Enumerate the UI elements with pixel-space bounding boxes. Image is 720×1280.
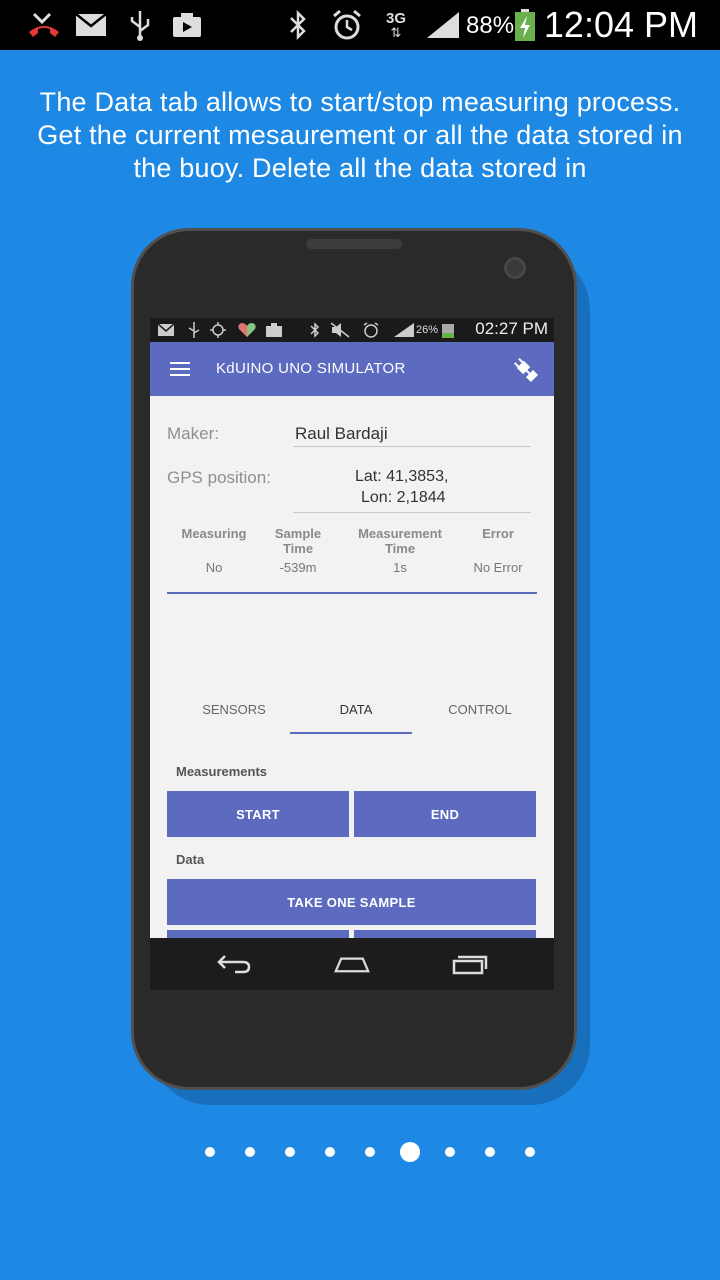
camera-icon <box>504 257 526 279</box>
status-bar: 3G ⇅ 88% 12:04 PM <box>0 0 720 50</box>
gps-icon <box>210 322 226 338</box>
page-dot-2[interactable] <box>245 1147 255 1157</box>
gps-label: GPS position: <box>167 468 271 487</box>
start-button[interactable]: START <box>167 791 349 837</box>
android-nav-bar <box>150 938 554 990</box>
signal-icon <box>394 322 414 338</box>
tab-indicator <box>290 732 412 734</box>
take-one-sample-button[interactable]: TAKE ONE SAMPLE <box>167 879 536 925</box>
media-icon <box>170 8 204 42</box>
phone-screen: 26% 02:27 PM KdUINO UNO SIMULATOR Maker:… <box>150 318 554 990</box>
inner-battery-percent: 26% <box>416 324 439 336</box>
bluetooth-icon <box>310 322 320 338</box>
page-dot-9[interactable] <box>525 1147 535 1157</box>
missed-call-icon <box>24 8 64 42</box>
clock: 12:04 PM <box>543 4 698 45</box>
inner-clock: 02:27 PM <box>475 319 548 338</box>
measurements-section-label: Measurements <box>176 764 268 779</box>
page-dot-3[interactable] <box>285 1147 295 1157</box>
stat-measuring-value: No <box>205 560 223 575</box>
hamburger-menu-icon[interactable] <box>170 361 190 377</box>
maker-label: Maker: <box>167 424 219 443</box>
tab-data[interactable]: DATA <box>296 702 416 717</box>
stat-measuring-header: Measuring <box>181 526 247 541</box>
inner-status-bar: 26% 02:27 PM <box>150 318 554 342</box>
mute-icon <box>330 322 350 338</box>
usb-icon <box>188 322 200 338</box>
gps-underline <box>293 512 531 513</box>
page-dot-8[interactable] <box>485 1147 495 1157</box>
stat-error-header: Error <box>482 526 514 541</box>
alarm-icon <box>330 8 364 42</box>
email-icon <box>158 322 174 338</box>
stat-measurement-time-header: Measurement Time <box>358 526 442 556</box>
bluetooth-icon <box>286 8 310 42</box>
plug-connect-icon[interactable] <box>512 356 540 384</box>
data-section-label: Data <box>176 852 205 867</box>
stat-error-value: No Error <box>473 560 523 575</box>
stat-measurement-time-value: 1s <box>393 560 407 575</box>
end-button[interactable]: END <box>354 791 536 837</box>
home-icon[interactable] <box>334 950 370 978</box>
recent-apps-icon[interactable] <box>452 950 488 978</box>
stat-sample-time-header: Sample Time <box>274 526 322 556</box>
app-title: KdUINO UNO SIMULATOR <box>216 360 406 377</box>
alarm-icon <box>362 322 380 338</box>
tab-control[interactable]: CONTROL <box>420 702 540 717</box>
stats-divider <box>167 592 537 594</box>
page-dot-6-current[interactable] <box>400 1142 420 1162</box>
main-content: Maker: Raul Bardaji GPS position: Lat: 4… <box>150 396 554 976</box>
page-dot-7[interactable] <box>445 1147 455 1157</box>
heart-app-icon <box>238 322 256 338</box>
signal-icon <box>424 8 462 42</box>
battery-icon <box>442 322 454 338</box>
page-dot-1[interactable] <box>205 1147 215 1157</box>
gps-lat: Lat: 41,3853, <box>355 468 449 485</box>
page-indicator <box>0 1140 720 1164</box>
speaker-grill <box>306 239 402 249</box>
battery-percent: 88% <box>466 12 515 39</box>
back-icon[interactable] <box>216 950 252 978</box>
stat-sample-time-value: -539m <box>279 560 317 575</box>
page-dot-5[interactable] <box>365 1147 375 1157</box>
tab-sensors[interactable]: SENSORS <box>174 702 294 717</box>
onboarding-caption: The Data tab allows to start/stop measur… <box>37 87 683 183</box>
app-toolbar: KdUINO UNO SIMULATOR <box>150 342 554 396</box>
page-dot-4[interactable] <box>325 1147 335 1157</box>
maker-underline <box>293 446 531 447</box>
usb-icon <box>126 8 154 42</box>
gps-lon: Lon: 2,1844 <box>361 489 446 506</box>
media-icon <box>266 322 282 338</box>
battery-icon <box>512 8 538 42</box>
maker-value[interactable]: Raul Bardaji <box>295 424 388 444</box>
email-icon <box>74 8 108 42</box>
3g-icon: 3G ⇅ <box>385 9 406 40</box>
